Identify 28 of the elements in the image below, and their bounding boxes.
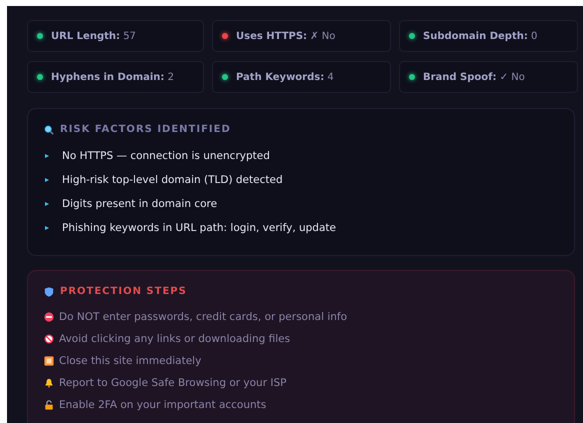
bullet-icon [44, 201, 50, 207]
bullet-icon [44, 177, 50, 183]
metric-text: Hyphens in Domain: 2 [51, 72, 174, 82]
metric-text: Path Keywords: 4 [236, 72, 334, 82]
no-entry-icon [44, 312, 54, 322]
risk-item: Digits present in domain core [62, 198, 218, 210]
risk-item: No HTTPS — connection is unencrypted [62, 150, 270, 162]
metric-text: URL Length: 57 [51, 30, 136, 42]
protection-step: Report to Google Safe Browsing or your ISP [59, 377, 286, 389]
risk-item: Phishing keywords in URL path: login, verify, update [62, 222, 336, 234]
stop-sign-icon [44, 356, 54, 366]
magnifier-icon [44, 124, 54, 134]
metric-text: Brand Spoof: ✓ No [423, 72, 525, 82]
protection-step: Close this site immediately [59, 355, 202, 367]
section-title: RISK FACTORS IDENTIFIED [60, 124, 231, 135]
prohibited-icon [44, 334, 54, 344]
bell-icon [44, 378, 54, 388]
lock-icon [44, 400, 54, 410]
shield-icon [44, 286, 54, 296]
protection-step: Do NOT enter passwords, credit cards, or personal info [59, 311, 348, 323]
protection-step: Enable 2FA on your important accounts [59, 399, 266, 411]
metric-text: Uses HTTPS: ✗ No [236, 30, 336, 42]
bullet-icon [44, 225, 50, 231]
metric-text: Subdomain Depth: 0 [423, 30, 538, 42]
protection-step: Avoid clicking any links or downloading files [59, 333, 290, 345]
section-title: PROTECTION STEPS [60, 286, 187, 297]
risk-item: High-risk top-level domain (TLD) detected [62, 174, 283, 186]
bullet-icon [44, 153, 50, 159]
